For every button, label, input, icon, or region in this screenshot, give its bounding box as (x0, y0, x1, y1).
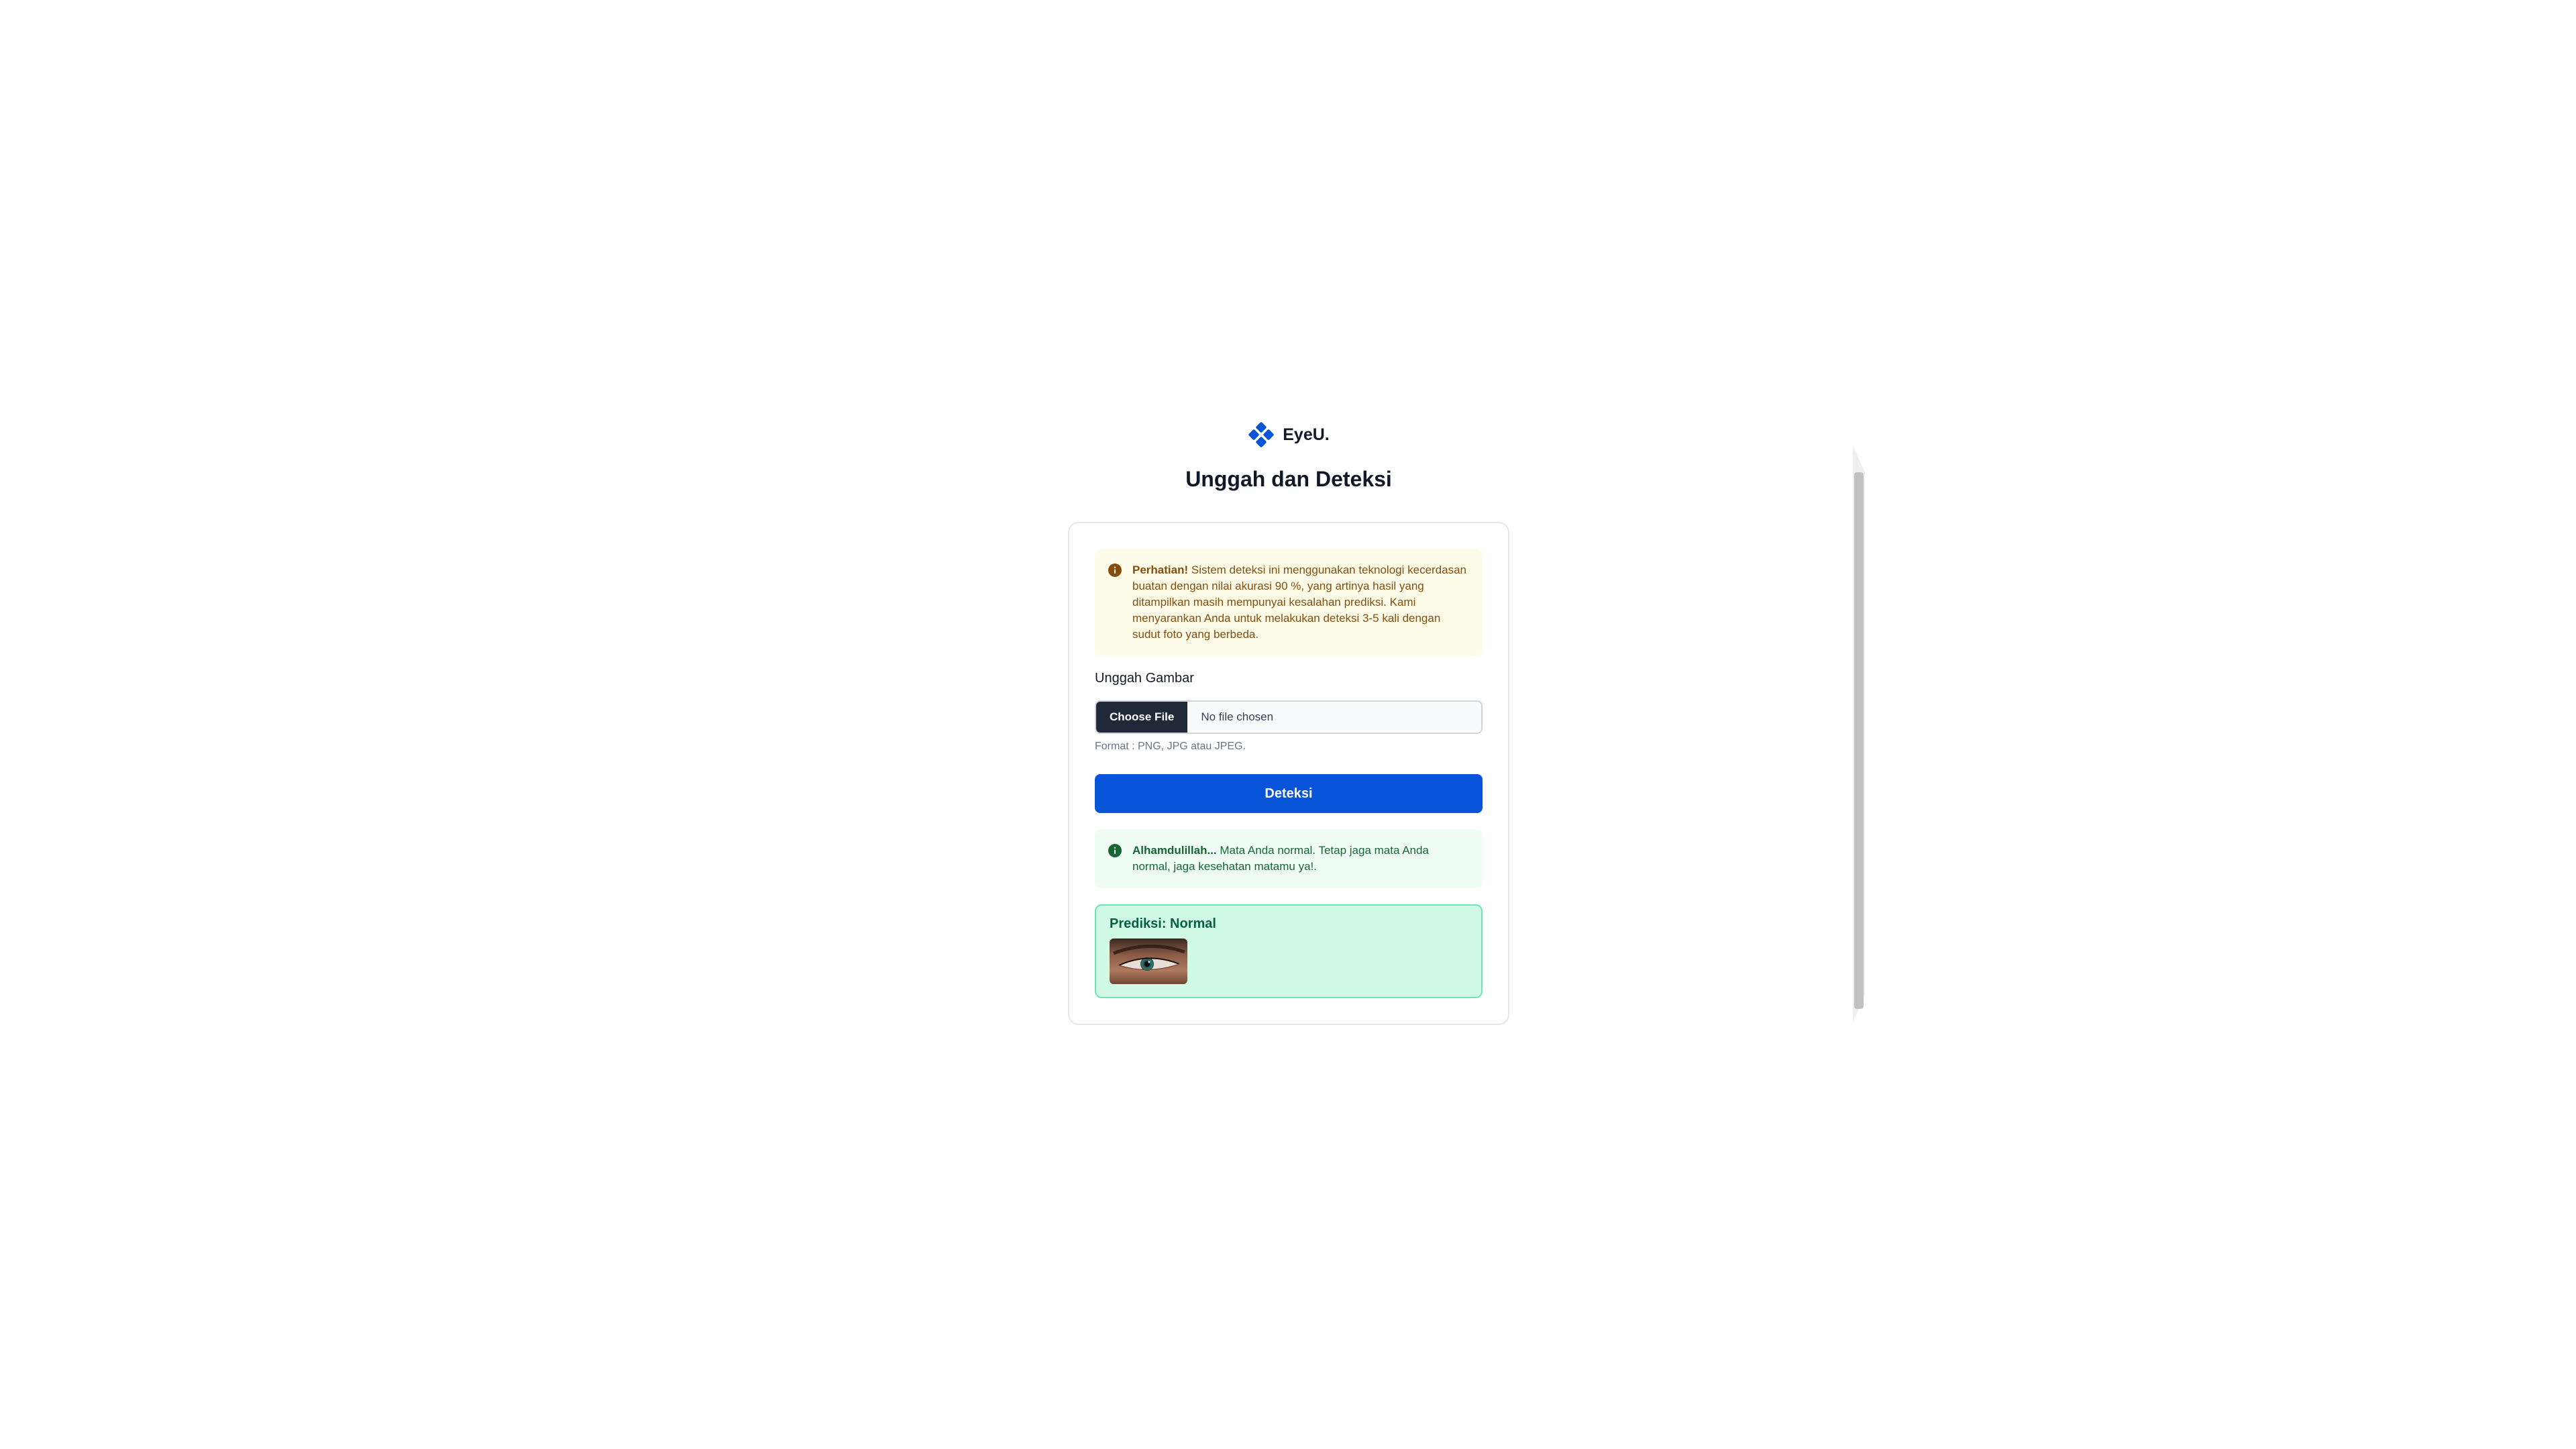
success-alert: Alhamdulillah... Mata Anda normal. Tetap… (1095, 829, 1483, 888)
scrollbar[interactable] (1853, 445, 1865, 1022)
info-icon (1108, 564, 1122, 577)
scrollbar-thumb (1854, 472, 1864, 1009)
main-container: EyeU. Unggah dan Deteksi Perhatian! Sist… (1068, 416, 1509, 1025)
file-status: No file chosen (1201, 710, 1274, 723)
choose-file-button[interactable]: Choose File (1096, 702, 1188, 733)
eye-photo (1110, 938, 1187, 984)
upload-card: Perhatian! Sistem deteksi ini menggunaka… (1068, 522, 1509, 1025)
brand-name: EyeU. (1283, 425, 1330, 444)
page-title: Unggah dan Deteksi (1185, 467, 1392, 491)
success-title: Alhamdulillah... (1132, 844, 1217, 857)
prediction-title: Prediksi: Normal (1110, 916, 1216, 931)
file-input[interactable]: Choose File No file chosen (1095, 700, 1483, 734)
logo-icon (1248, 422, 1274, 447)
prediction-result: Prediksi: Normal (1095, 904, 1483, 998)
upload-label: Unggah Gambar (1095, 671, 1194, 686)
info-icon (1108, 844, 1122, 857)
format-hint: Format : PNG, JPG atau JPEG. (1095, 741, 1246, 752)
warning-alert: Perhatian! Sistem deteksi ini menggunaka… (1095, 549, 1483, 656)
brand[interactable]: EyeU. (1068, 416, 1509, 453)
page: EyeU. Unggah dan Deteksi Perhatian! Sist… (0, 0, 2576, 1449)
detect-button[interactable]: Deteksi (1095, 774, 1483, 813)
warning-message: Perhatian! Sistem deteksi ini menggunaka… (1132, 562, 1469, 643)
warning-title: Perhatian! (1132, 564, 1189, 576)
success-message: Alhamdulillah... Mata Anda normal. Tetap… (1132, 843, 1469, 875)
